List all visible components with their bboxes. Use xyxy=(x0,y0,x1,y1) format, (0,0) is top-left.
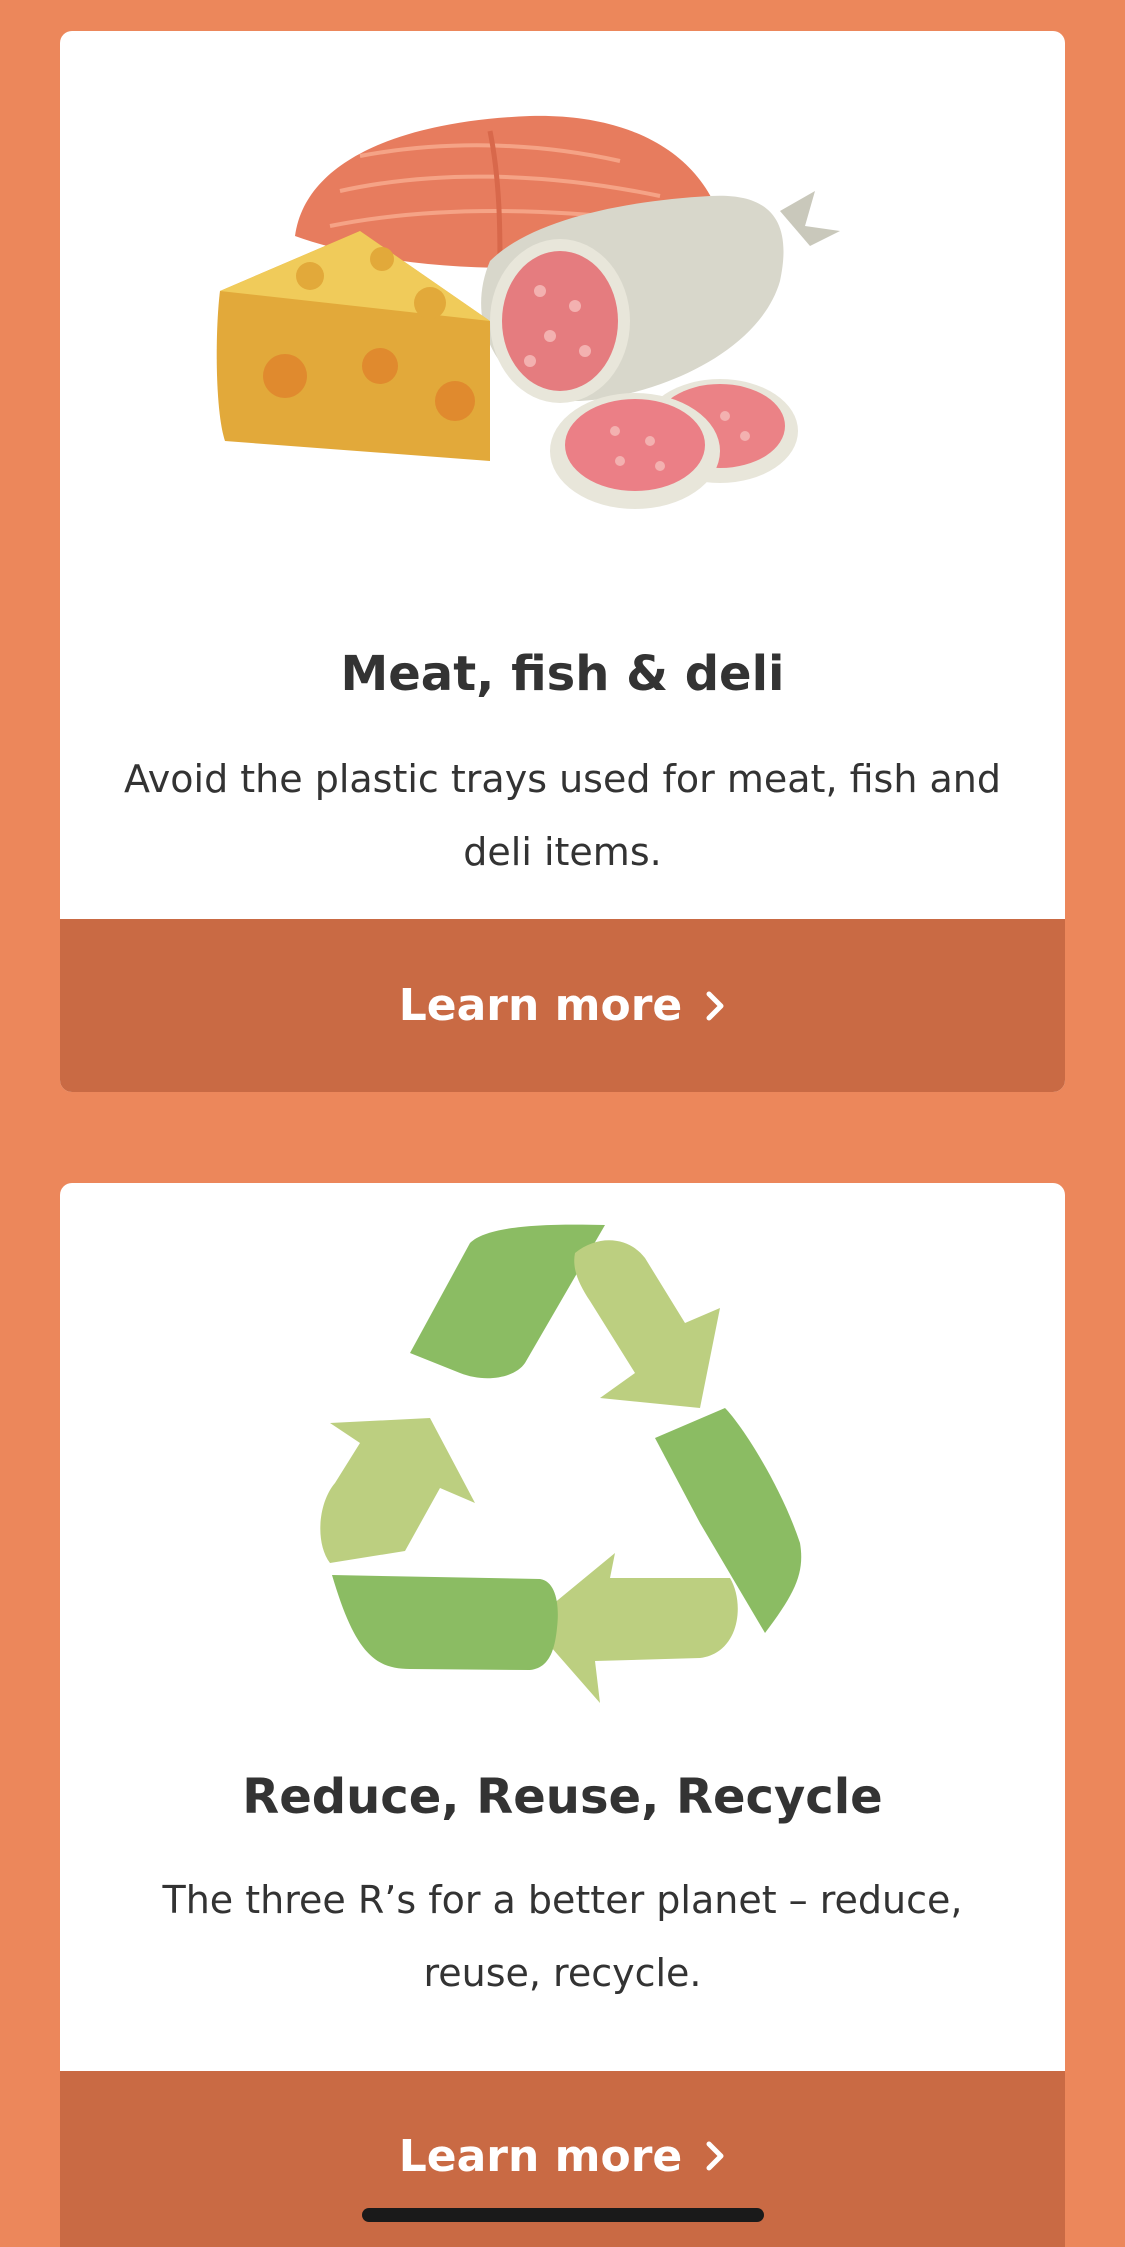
recycle-icon xyxy=(320,1224,802,1703)
card-title: Meat, fish & deli xyxy=(340,646,785,702)
card-title: Reduce, Reuse, Recycle xyxy=(242,1769,883,1825)
card-description: Avoid the plastic trays used for meat, f… xyxy=(124,757,1001,874)
recycle-illustration xyxy=(320,1224,802,1703)
card-meat-fish-deli: Meat, fish & deli Avoid the plastic tray… xyxy=(60,31,1065,1092)
learn-more-label: Learn more xyxy=(398,980,683,1031)
card-reduce-reuse-recycle: Reduce, Reuse, Recycle The three R’s for… xyxy=(60,1183,1065,2247)
home-indicator[interactable] xyxy=(362,2208,764,2222)
chevron-right-icon xyxy=(706,991,724,1020)
meat-fish-deli-illustration xyxy=(216,115,840,509)
learn-more-label: Learn more xyxy=(398,2130,683,2182)
chevron-right-icon xyxy=(706,2141,724,2171)
card-description: The three R’s for a better planet – redu… xyxy=(162,1878,963,1995)
learn-more-button[interactable]: Learn more xyxy=(60,919,1065,1092)
salami-icon xyxy=(481,191,840,509)
